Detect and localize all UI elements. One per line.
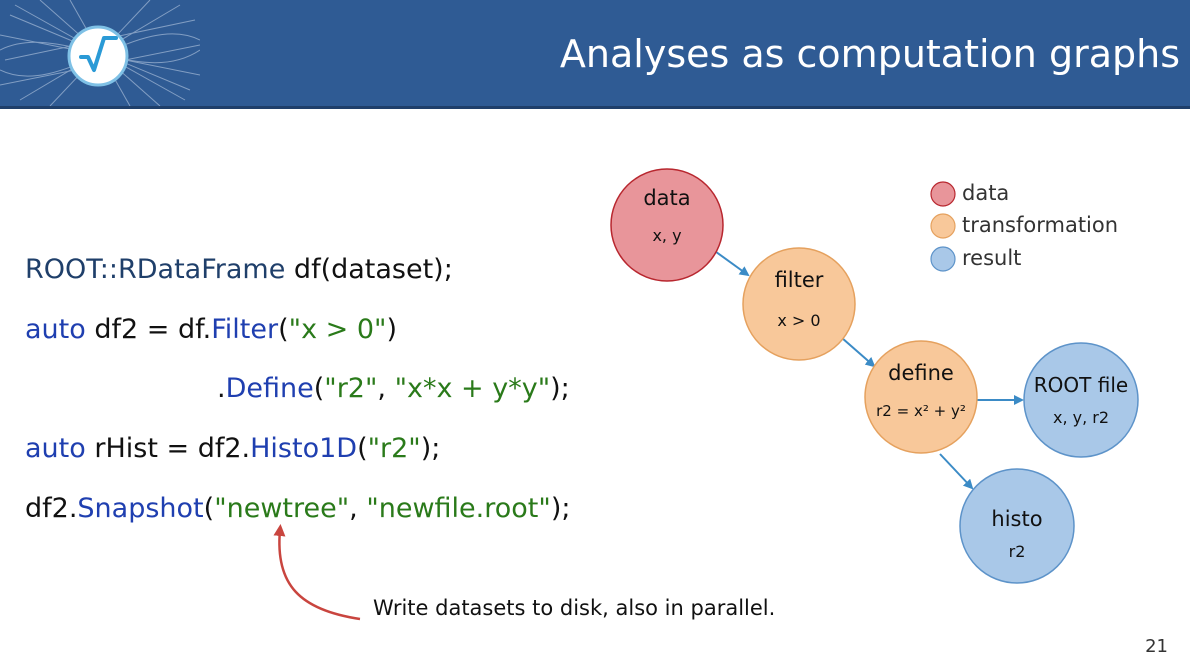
edge-data-filter: [711, 248, 750, 277]
edge-filter-define: [841, 337, 876, 368]
node-data-title: data: [643, 186, 690, 210]
legend-label: transformation: [962, 213, 1118, 237]
node-filter: filter x > 0: [742, 247, 856, 361]
legend-item-data: data: [930, 181, 1009, 207]
node-histo-title: histo: [991, 507, 1042, 531]
legend-label: data: [962, 181, 1009, 205]
node-histo-subtitle: r2: [1009, 542, 1026, 561]
node-histo: histo r2: [959, 468, 1075, 584]
node-data-subtitle: x, y: [652, 226, 681, 245]
legend-label: result: [962, 246, 1021, 270]
edge-define-histo: [939, 453, 974, 490]
legend-item-transformation: transformation: [930, 213, 1118, 239]
node-rootfile-title: ROOT file: [1034, 373, 1128, 397]
page-number: 21: [1145, 636, 1168, 657]
legend: data transformation result: [930, 181, 1118, 272]
node-filter-title: filter: [775, 268, 824, 292]
node-define: define r2 = x² + y²: [864, 340, 978, 454]
computation-graph: data x, y filter x > 0 define r2 = x² + …: [273, 168, 1139, 621]
legend-item-result: result: [930, 246, 1021, 272]
node-data: data x, y: [610, 168, 724, 282]
node-filter-subtitle: x > 0: [777, 311, 820, 330]
node-rootfile-subtitle: x, y, r2: [1053, 408, 1109, 427]
annotation-arrow: [273, 524, 361, 621]
node-define-subtitle: r2 = x² + y²: [876, 402, 966, 420]
node-rootfile: ROOT file x, y, r2: [1023, 342, 1139, 458]
node-define-title: define: [888, 361, 954, 385]
